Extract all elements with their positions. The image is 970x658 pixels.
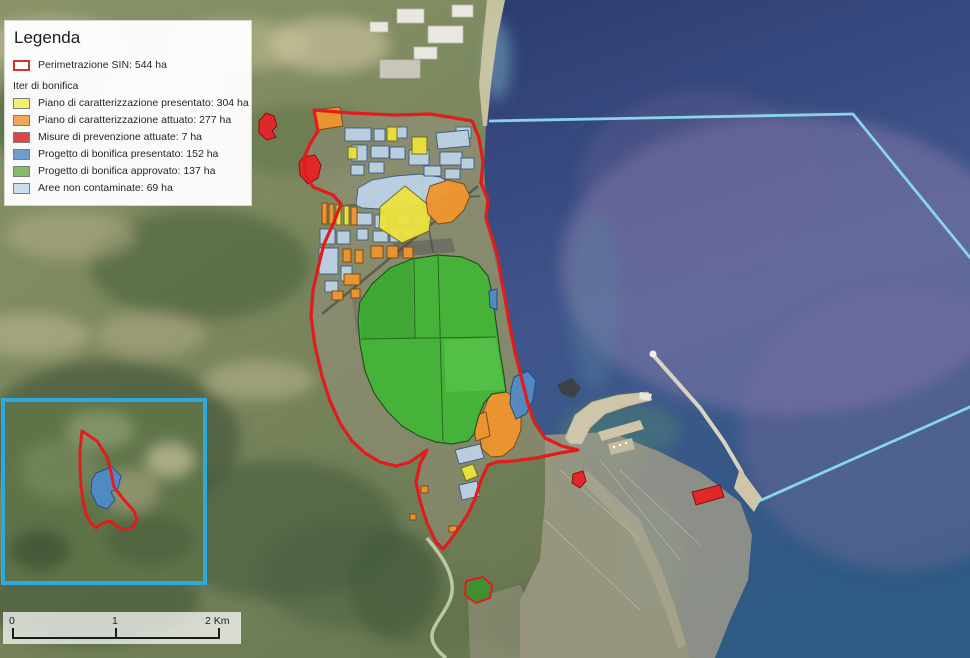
overview-inset-map [3,400,205,583]
legend-section-label: Iter di bonifica [13,80,243,92]
legend-title: Legenda [14,28,243,48]
legend-swatch-aree-non-contaminate [13,183,30,194]
legend-swatch-progetto-bonifica-approvato [13,166,30,177]
breakwater-head [650,351,657,358]
scale-label-start: 0 [9,615,15,627]
legend-item-label: Perimetrazione SIN: 544 ha [38,59,167,71]
scale-label-middle: 1 [112,615,118,627]
legend-item-perimetrazione-sin: Perimetrazione SIN: 544 ha [13,59,243,71]
legend-item-misure-prevenzione-attuate: Misure di prevenzione attuate: 7 ha [13,131,243,143]
legend-swatch-piano-caratterizzazione-attuato [13,115,30,126]
scale-tick [218,628,220,639]
legend-item-label: Piano di caratterizzazione attuato: 277 … [38,114,231,126]
legend-item-aree-non-contaminate: Aree non contaminate: 69 ha [13,182,243,194]
legend-swatch-misure-prevenzione-attuate [13,132,30,143]
small-approved-parcel-south [465,577,492,603]
legend-item-label: Piano di caratterizzazione presentato: 3… [38,97,249,109]
map-figure: Legenda Perimetrazione SIN: 544 ha Iter … [0,0,970,658]
legend-swatch-progetto-bonifica-presentato [13,149,30,160]
legend-swatch-perimetrazione-sin [13,60,30,71]
legend-item-label: Progetto di bonifica approvato: 137 ha [38,165,215,177]
legend-item-piano-caratterizzazione-attuato: Piano di caratterizzazione attuato: 277 … [13,114,243,126]
legend-item-piano-caratterizzazione-presentato: Piano di caratterizzazione presentato: 3… [13,97,243,109]
scale-label-end: 2 Km [205,615,230,627]
scale-tick [115,628,117,639]
legend-panel: Legenda Perimetrazione SIN: 544 ha Iter … [4,20,252,206]
scale-bar: 0 1 2 Km [3,612,241,644]
legend-item-label: Progetto di bonifica presentato: 152 ha [38,148,218,160]
scale-tick [12,628,14,639]
legend-item-progetto-bonifica-presentato: Progetto di bonifica presentato: 152 ha [13,148,243,160]
legend-item-progetto-bonifica-approvato: Progetto di bonifica approvato: 137 ha [13,165,243,177]
legend-item-label: Aree non contaminate: 69 ha [38,182,173,194]
legend-item-label: Misure di prevenzione attuate: 7 ha [38,131,202,143]
legend-swatch-piano-caratterizzazione-presentato [13,98,30,109]
